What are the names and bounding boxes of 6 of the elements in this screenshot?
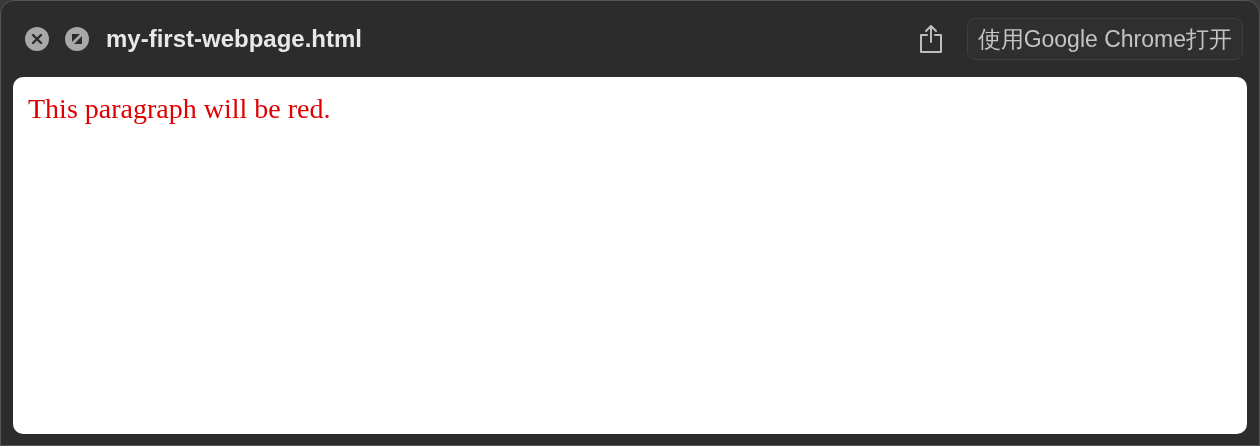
paragraph: This paragraph will be red.	[28, 92, 332, 126]
close-icon[interactable]	[25, 27, 49, 51]
open-in-chrome-button[interactable]: 使用Google Chrome打开	[966, 18, 1243, 60]
share-icon[interactable]	[918, 24, 943, 54]
window-title: my-first-webpage.html	[106, 24, 363, 54]
fullscreen-icon[interactable]	[65, 27, 89, 51]
